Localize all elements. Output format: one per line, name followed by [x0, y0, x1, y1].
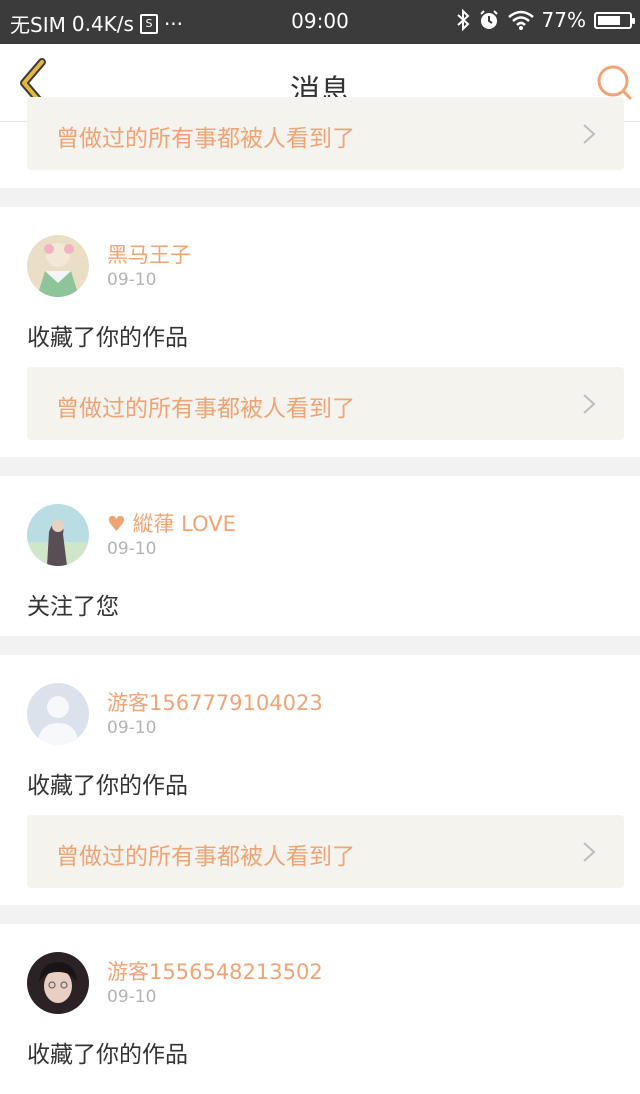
- search-icon[interactable]: [594, 62, 634, 102]
- battery-percent: 77%: [541, 8, 586, 32]
- username[interactable]: ♥ 縱葎 LOVE: [107, 508, 236, 538]
- work-title: 曾做过的所有事都被人看到了: [56, 396, 355, 422]
- message-date: 09-10: [107, 270, 157, 290]
- wifi-icon: [507, 10, 534, 30]
- bluetooth-icon: [456, 9, 469, 31]
- avatar[interactable]: [27, 235, 89, 297]
- action-text: 关注了您: [27, 594, 119, 620]
- message-card: 黑马王子 09-10 收藏了你的作品 曾做过的所有事都被人看到了: [0, 207, 640, 457]
- message-date: 09-10: [107, 987, 157, 1007]
- chevron-right-icon: [583, 124, 596, 144]
- action-text: 收藏了你的作品: [27, 773, 188, 799]
- username[interactable]: 游客1567779104023: [107, 687, 323, 717]
- status-right: 77%: [456, 8, 635, 32]
- action-text: 收藏了你的作品: [27, 1042, 188, 1068]
- work-link[interactable]: 曾做过的所有事都被人看到了: [27, 815, 624, 888]
- message-feed: 曾做过的所有事都被人看到了 黑马王子 09-10 收藏了你的作品 曾做过的所有事…: [0, 97, 640, 1094]
- battery-level: [598, 15, 621, 25]
- message-card: 游客1567779104023 09-10 收藏了你的作品 曾做过的所有事都被人…: [0, 655, 640, 905]
- avatar[interactable]: [27, 952, 89, 1014]
- message-date: 09-10: [107, 539, 157, 559]
- username[interactable]: 游客1556548213502: [107, 956, 323, 986]
- work-title: 曾做过的所有事都被人看到了: [56, 844, 355, 870]
- message-card-partial: 曾做过的所有事都被人看到了: [0, 97, 640, 188]
- alarm-clock-icon: [479, 10, 498, 29]
- username[interactable]: 黑马王子: [107, 239, 191, 269]
- avatar[interactable]: [27, 683, 89, 745]
- work-title: 曾做过的所有事都被人看到了: [56, 126, 355, 152]
- work-link[interactable]: 曾做过的所有事都被人看到了: [27, 97, 624, 170]
- avatar[interactable]: [27, 504, 89, 566]
- action-text: 收藏了你的作品: [27, 325, 188, 351]
- status-bar: 无SIM 0.4K/s S ··· 09:00 77%: [0, 0, 640, 44]
- chevron-right-icon: [583, 842, 596, 862]
- chevron-right-icon: [583, 394, 596, 414]
- message-card: ♥ 縱葎 LOVE 09-10 关注了您: [0, 476, 640, 636]
- work-link[interactable]: 曾做过的所有事都被人看到了: [27, 367, 624, 440]
- message-date: 09-10: [107, 718, 157, 738]
- message-card: 游客1556548213502 09-10 收藏了你的作品: [0, 924, 640, 1094]
- battery-icon: [594, 11, 635, 29]
